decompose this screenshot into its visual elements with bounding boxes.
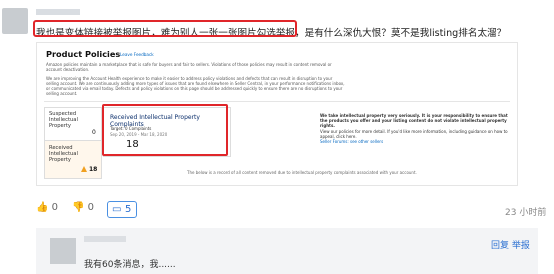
warning-icon bbox=[81, 166, 87, 172]
avatar[interactable] bbox=[50, 238, 76, 264]
footer-note: The below is a record of all content rem… bbox=[187, 170, 417, 175]
comment-button[interactable]: ▭ 5 bbox=[107, 201, 137, 218]
reply-actions: 回复 举报 bbox=[491, 238, 530, 251]
avatar[interactable] bbox=[2, 8, 28, 34]
card-count: 0 bbox=[92, 129, 96, 136]
like-count: 0 bbox=[51, 202, 59, 213]
timestamp: 23 小时前 bbox=[505, 208, 547, 218]
thumbs-down-icon: 👎 bbox=[72, 202, 85, 213]
ip-card-list: Suspected Intellectual Property 0 Receiv… bbox=[44, 107, 102, 179]
card-label: Suspected Intellectual Property bbox=[49, 111, 78, 129]
dislike-button[interactable]: 👎 0 bbox=[72, 202, 94, 213]
card-suspected-ip[interactable]: Suspected Intellectual Property 0 bbox=[45, 108, 101, 141]
highlight-box bbox=[102, 104, 228, 156]
card-received-ip[interactable]: Received Intellectual Property 18 bbox=[45, 141, 101, 178]
thumbs-up-icon: 👍 bbox=[36, 202, 49, 213]
username-redacted[interactable] bbox=[36, 9, 80, 15]
embedded-screenshot[interactable]: Product Policies Leave Feedback Amazon p… bbox=[36, 42, 518, 186]
page-title: Product Policies bbox=[46, 49, 121, 59]
username-redacted[interactable] bbox=[84, 236, 126, 242]
policy-intro: Amazon policies maintain a marketplace t… bbox=[46, 62, 332, 72]
seller-forums-link[interactable]: Seller Forums: see other sellers bbox=[320, 139, 510, 144]
ip-policy-text: View our policies for more detail. If yo… bbox=[320, 129, 508, 139]
feedback-link[interactable]: Leave Feedback bbox=[120, 52, 154, 57]
policy-paragraph: We are improving the Account Health expe… bbox=[46, 76, 345, 96]
reply-item: 我有60条消息，我...... 回复 举报 bbox=[36, 228, 538, 274]
report-button[interactable]: 举报 bbox=[512, 241, 530, 251]
dislike-count: 0 bbox=[87, 202, 95, 213]
like-button[interactable]: 👍 0 bbox=[36, 202, 58, 213]
highlight-box bbox=[33, 20, 297, 37]
ip-notice: We take intellectual property very serio… bbox=[320, 113, 508, 128]
comment-icon: ▭ bbox=[112, 204, 122, 215]
card-count: 18 bbox=[89, 166, 98, 173]
card-label: Received Intellectual Property bbox=[49, 145, 78, 163]
reply-text: 我有60条消息，我...... bbox=[84, 260, 176, 270]
reply-button[interactable]: 回复 bbox=[491, 241, 509, 251]
comment-count: 5 bbox=[125, 204, 132, 215]
divider bbox=[44, 101, 510, 102]
